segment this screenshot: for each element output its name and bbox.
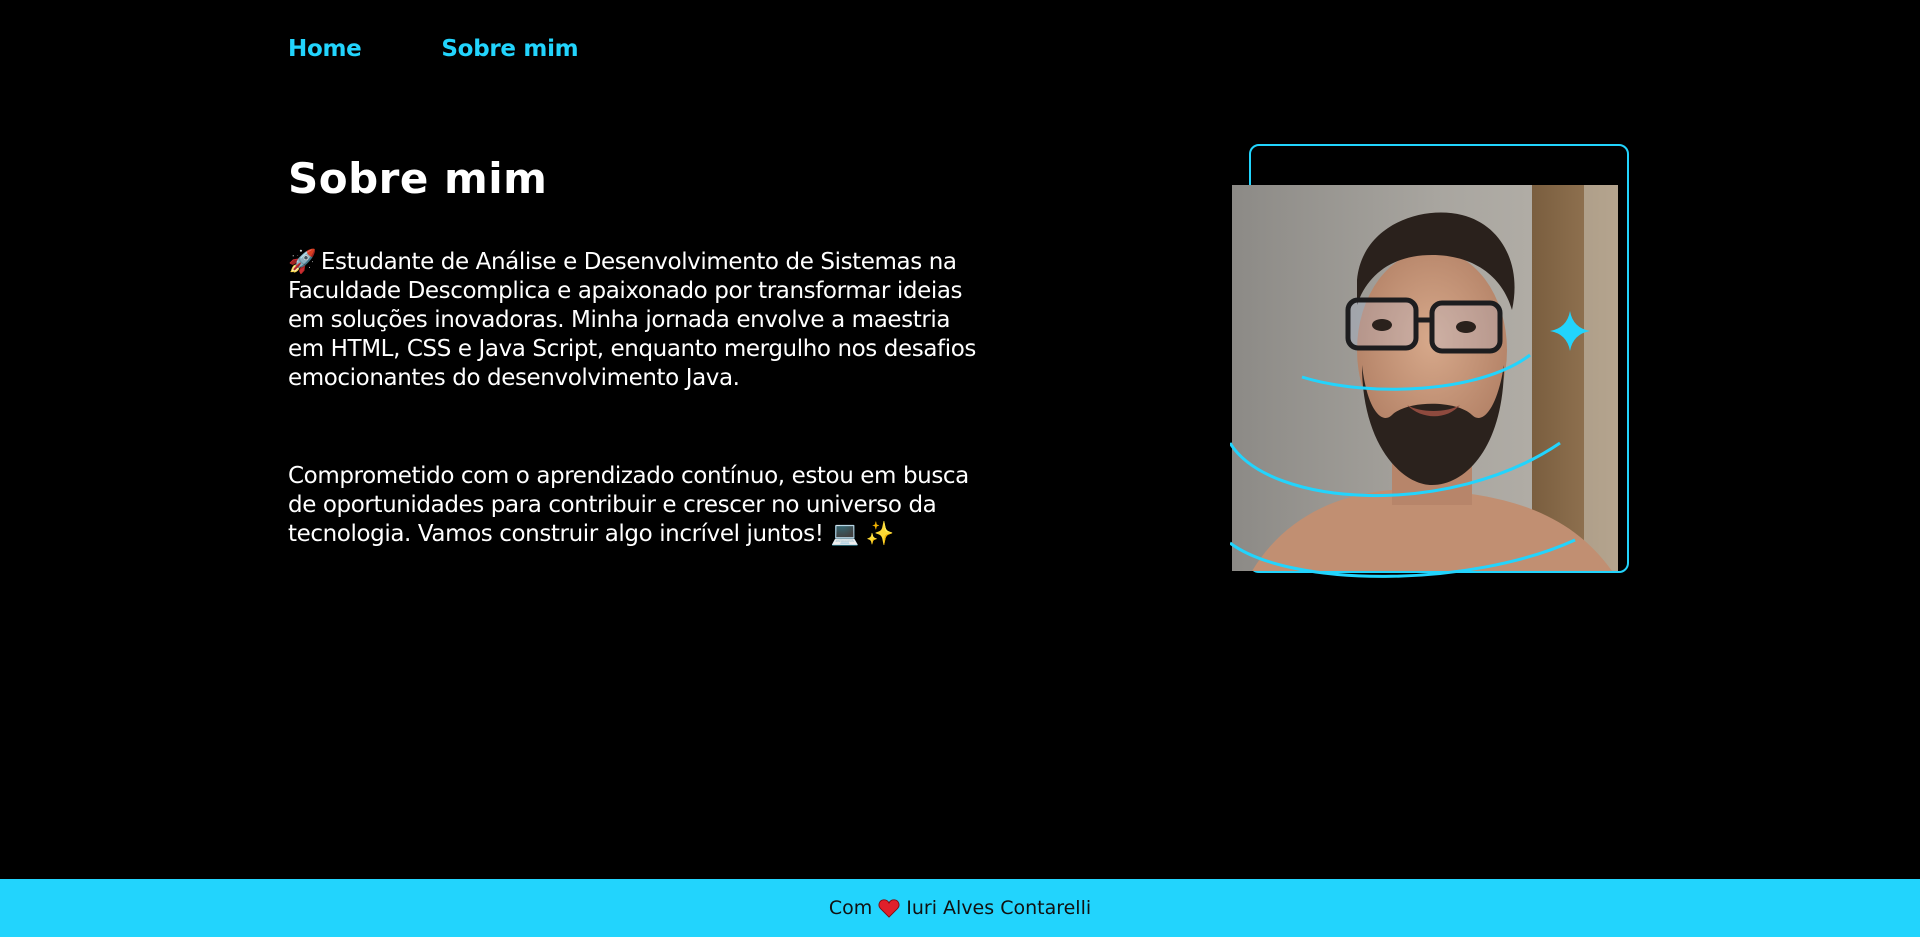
profile-photo-container [1230, 143, 1635, 593]
about-paragraph-2: Comprometido com o aprendizado contínuo,… [288, 462, 978, 549]
about-paragraph-1: 🚀 Estudante de Análise e Desenvolvimento… [288, 248, 978, 393]
about-paragraph-1-text: Estudante de Análise e Desenvolvimento d… [288, 249, 976, 391]
page: Home Sobre mim Sobre mim 🚀 Estudante de … [0, 0, 1920, 937]
rocket-icon: 🚀 [288, 249, 317, 275]
nav-link-sobre-mim[interactable]: Sobre mim [441, 36, 578, 62]
page-title: Sobre mim [288, 154, 548, 203]
nav-link-home[interactable]: Home [288, 36, 362, 62]
footer: Com Iuri Alves Contarelli [0, 879, 1920, 937]
laptop-sparkles-icon: 💻 ✨ [830, 521, 894, 547]
footer-author: Iuri Alves Contarelli [906, 897, 1092, 919]
profile-photo [1232, 185, 1618, 571]
top-nav: Home Sobre mim [288, 36, 579, 62]
footer-prefix: Com [828, 897, 873, 919]
heart-icon [878, 898, 900, 918]
